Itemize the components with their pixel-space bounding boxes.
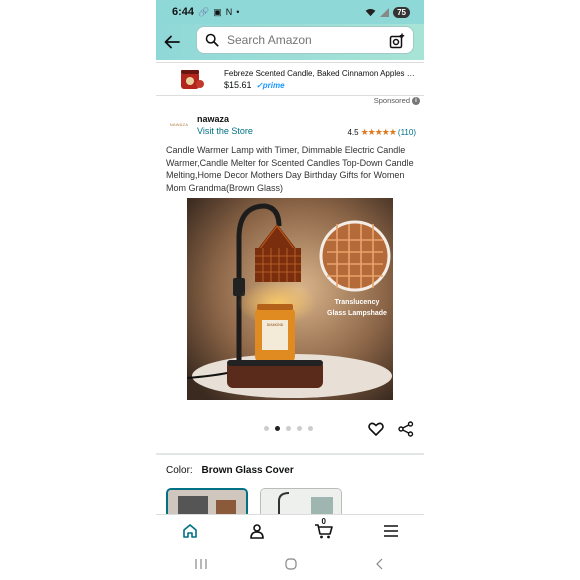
recents-icon[interactable] — [194, 558, 208, 570]
carousel-dot[interactable] — [297, 426, 302, 431]
wishlist-heart-icon[interactable] — [368, 421, 384, 437]
home-icon — [182, 524, 197, 538]
system-nav-bar — [156, 548, 424, 580]
brand-name[interactable]: nawaza — [197, 114, 229, 124]
candle-warmer-lamp-image: DIAMOND Translucency Glass Lampshade — [187, 198, 393, 400]
carousel-dot[interactable] — [308, 426, 313, 431]
image-caption-line1: Translucency — [335, 299, 380, 306]
bottom-nav-bar: 0 — [156, 514, 424, 547]
carousel-dots[interactable] — [264, 426, 313, 431]
nav-menu[interactable] — [381, 521, 401, 541]
share-icon[interactable] — [398, 421, 414, 437]
image-caption-line2: Glass Lampshade — [327, 310, 387, 317]
star-rating-icon: ★★★★★ — [360, 127, 397, 137]
ad-price: $15.61 — [224, 79, 252, 90]
carousel-dot[interactable] — [275, 426, 280, 431]
status-dot: • — [236, 7, 240, 17]
camera-search-icon[interactable] — [389, 33, 405, 49]
product-image[interactable]: DIAMOND Translucency Glass Lampshade — [187, 198, 393, 400]
prime-badge: ✓prime — [256, 80, 285, 90]
rating-summary[interactable]: 4.5 ★★★★★ (110) — [347, 127, 416, 138]
search-icon — [205, 33, 219, 47]
jar-label-text: DIAMOND — [267, 323, 284, 327]
home-circle-icon[interactable] — [284, 557, 298, 571]
signal-icon — [380, 7, 390, 17]
carousel-dot[interactable] — [286, 426, 291, 431]
carousel-dot[interactable] — [264, 426, 269, 431]
color-label: Color: — [166, 465, 193, 476]
sponsored-label[interactable]: Sponsored i — [374, 96, 420, 105]
info-icon[interactable]: i — [412, 96, 420, 105]
screenshot-icon: ▣ — [213, 6, 222, 17]
section-divider — [156, 453, 424, 455]
color-value: Brown Glass Cover — [201, 465, 294, 476]
rating-value: 4.5 — [347, 128, 359, 137]
back-button[interactable] — [162, 32, 182, 52]
link-icon: 🔗 — [198, 6, 210, 17]
nav-home[interactable] — [180, 521, 200, 541]
sponsored-ad-banner[interactable]: Febreze Scented Candle, Baked Cinnamon A… — [156, 62, 424, 96]
search-input[interactable] — [225, 32, 379, 48]
visit-store-link[interactable]: Visit the Store — [197, 126, 253, 136]
battery-indicator: 75 — [393, 6, 410, 18]
menu-icon — [383, 525, 398, 537]
sponsored-text: Sponsored — [373, 96, 410, 105]
back-arrow-icon — [164, 35, 180, 49]
search-bar[interactable] — [196, 26, 414, 54]
back-chevron-icon[interactable] — [374, 558, 386, 570]
account-icon — [249, 524, 264, 539]
rating-count[interactable]: (110) — [398, 128, 416, 137]
status-time: 6:44 — [172, 6, 195, 18]
brand-logo[interactable]: NAWAZA — [166, 117, 192, 131]
candle-jar-image — [181, 70, 204, 89]
phone-screen: 6:44 🔗 ▣ N • 75 Search Amazon Febreze Sc… — [156, 0, 424, 580]
brand-row: NAWAZA nawaza Visit the Store 4.5 ★★★★★ … — [166, 113, 416, 137]
cart-count-badge: 0 — [321, 517, 326, 526]
product-title: Candle Warmer Lamp with Timer, Dimmable … — [166, 145, 414, 193]
nav-account[interactable] — [247, 521, 267, 541]
ad-thumbnail — [176, 66, 206, 92]
nav-cart[interactable]: 0 — [314, 517, 334, 541]
brand-logo-text: NAWAZA — [169, 121, 189, 127]
status-bar: 6:44 🔗 ▣ N • 75 — [156, 0, 424, 24]
color-selector-label: Color: Brown Glass Cover — [166, 465, 294, 476]
app-header — [156, 24, 424, 60]
n-icon: N — [225, 7, 233, 17]
wifi-icon — [365, 8, 376, 16]
ad-title: Febreze Scented Candle, Baked Cinnamon A… — [224, 68, 420, 78]
